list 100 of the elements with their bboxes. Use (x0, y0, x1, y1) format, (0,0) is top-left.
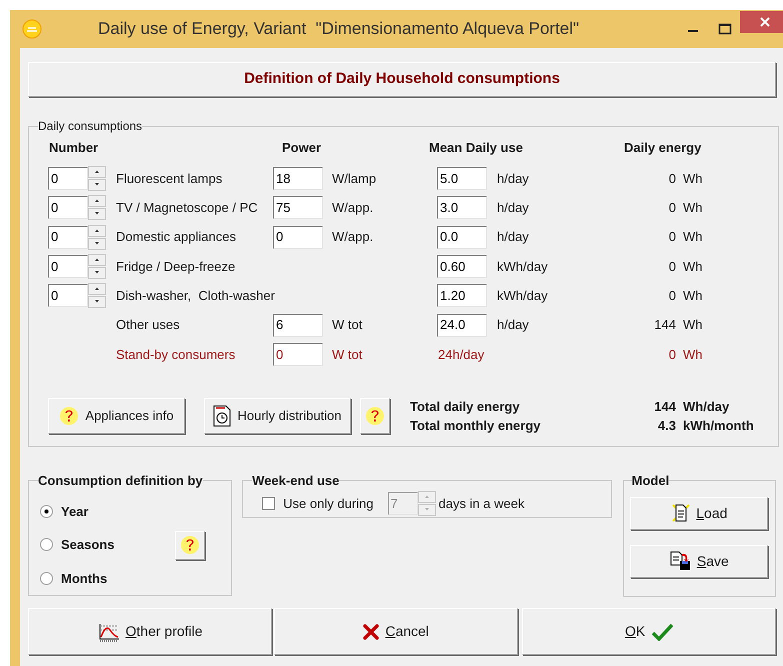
unit-label: W/lamp (332, 170, 376, 186)
power-field[interactable]: 75 (273, 196, 323, 220)
close-button[interactable] (740, 11, 783, 33)
unit-label: W tot (332, 346, 362, 362)
number-field[interactable]: 0 (48, 167, 88, 190)
unit-label: Wh (682, 228, 702, 246)
daily-use-field[interactable]: 5.0 (437, 167, 487, 190)
model-button[interactable]: Save (630, 544, 768, 578)
unit-label: W/app. (332, 200, 374, 216)
appliance-label: TV / Magnetoscope / PC (116, 199, 259, 218)
daily-use-field[interactable]: 3.0 (437, 196, 487, 220)
spin-buttons[interactable] (88, 254, 106, 280)
radio-button[interactable] (40, 572, 53, 585)
unit-label: h/day (496, 199, 530, 218)
daily-use-text: 24h/day (437, 346, 486, 364)
unit-label: h/day (496, 170, 530, 188)
model-button[interactable]: Load (630, 496, 768, 530)
chart-icon (98, 622, 120, 642)
column-header: Power (282, 139, 322, 158)
number-field[interactable]: 0 (48, 255, 88, 278)
daily-use-field[interactable]: 0.60 (437, 255, 487, 278)
group-title: Model (632, 472, 670, 490)
number-field[interactable]: 0 (48, 196, 88, 220)
spin-buttons[interactable] (88, 283, 106, 308)
clock-document-icon (213, 405, 232, 428)
total-unit: Wh/day (682, 398, 730, 416)
toolbar-button[interactable]: Appliances info (48, 398, 185, 434)
number-field[interactable]: 0 (48, 226, 88, 249)
appliance-label: Other uses (116, 316, 181, 334)
column-header: Number (48, 139, 100, 158)
unit-label: Wh (682, 346, 702, 364)
spin-buttons[interactable] (88, 224, 106, 250)
unit-label: Wh (682, 316, 702, 334)
radio-button[interactable] (40, 504, 53, 518)
maximize-icon[interactable] (718, 22, 732, 36)
unit-label: Wh (682, 287, 702, 306)
appliance-label: Stand-by consumers (116, 346, 236, 364)
daily-use-field[interactable]: 1.20 (437, 284, 487, 308)
power-field[interactable]: 0 (273, 342, 323, 366)
help-icon (59, 406, 80, 426)
total-value: 4.3 (656, 417, 676, 436)
appliance-label: Domestic appliances (116, 228, 237, 246)
toolbar-button[interactable]: Hourly distribution (204, 398, 351, 434)
total-label: Total monthly energy (410, 417, 542, 436)
number-field[interactable]: 0 (48, 284, 88, 308)
radio-option[interactable]: Year (40, 494, 114, 528)
checkmark-icon (651, 622, 674, 640)
checkbox[interactable] (262, 497, 276, 510)
group-title: Consumption definition by (38, 472, 203, 490)
total-label: Total daily energy (410, 398, 521, 416)
checkbox-option[interactable]: Use only during (262, 494, 374, 514)
unit-label: W tot (332, 317, 362, 332)
unit-label: Wh (682, 199, 702, 218)
daily-use-field[interactable]: 0.0 (437, 226, 487, 249)
radio-button[interactable] (40, 538, 53, 552)
spin-buttons[interactable] (88, 195, 106, 220)
column-header: Mean Daily use (429, 139, 524, 158)
group-title: Daily consumptions (38, 118, 142, 135)
total-value: 144 (653, 398, 676, 416)
unit-label: h/day (496, 316, 530, 334)
column-header: Daily energy (624, 139, 702, 158)
help-button[interactable] (175, 530, 206, 560)
power-field[interactable]: 18 (273, 167, 323, 190)
power-field[interactable]: 0 (273, 226, 323, 249)
close-icon (760, 17, 770, 27)
energy-value: 0 (668, 228, 676, 246)
energy-value: 0 (668, 287, 676, 306)
help-button[interactable] (360, 398, 390, 434)
total-unit: kWh/month (682, 417, 754, 436)
dialog-button[interactable]: Cancel (274, 608, 518, 655)
window-title: Daily use of Energy, Variant "Dimensionamento Alqueva Portel" (98, 18, 580, 40)
unit-label: Wh (682, 170, 702, 188)
help-icon (365, 406, 385, 426)
energy-value: 0 (668, 199, 676, 218)
dialog-button[interactable]: Other profile (28, 608, 272, 655)
energy-value: 0 (668, 346, 676, 364)
cross-icon (363, 624, 380, 640)
energy-value: 144 (653, 316, 676, 334)
unit-label: kWh/day (496, 287, 549, 306)
power-field[interactable]: 6 (273, 314, 323, 337)
dialog-button[interactable]: OK (522, 608, 776, 655)
save-document-icon (670, 551, 692, 571)
radio-option[interactable]: Months (40, 562, 114, 595)
days-suffix: days in a week (438, 495, 524, 513)
sun-icon (22, 19, 42, 39)
unit-label: kWh/day (496, 258, 549, 276)
energy-value: 0 (668, 170, 676, 188)
appliance-label: Fluorescent lamps (116, 170, 224, 188)
appliance-label: Dish-washer, Cloth-washer (116, 287, 273, 306)
document-icon (671, 503, 692, 523)
unit-label: Wh (682, 258, 702, 276)
help-icon (180, 535, 200, 555)
radio-option[interactable]: Seasons (40, 528, 114, 562)
energy-value: 0 (668, 258, 676, 276)
header-text: Definition of Daily Household consumptions (244, 69, 560, 90)
group-title: Week-end use (252, 472, 340, 490)
daily-use-field[interactable]: 24.0 (437, 314, 487, 337)
spin-buttons[interactable] (88, 166, 106, 192)
unit-label: h/day (496, 228, 530, 246)
unit-label: W/app. (332, 229, 374, 244)
